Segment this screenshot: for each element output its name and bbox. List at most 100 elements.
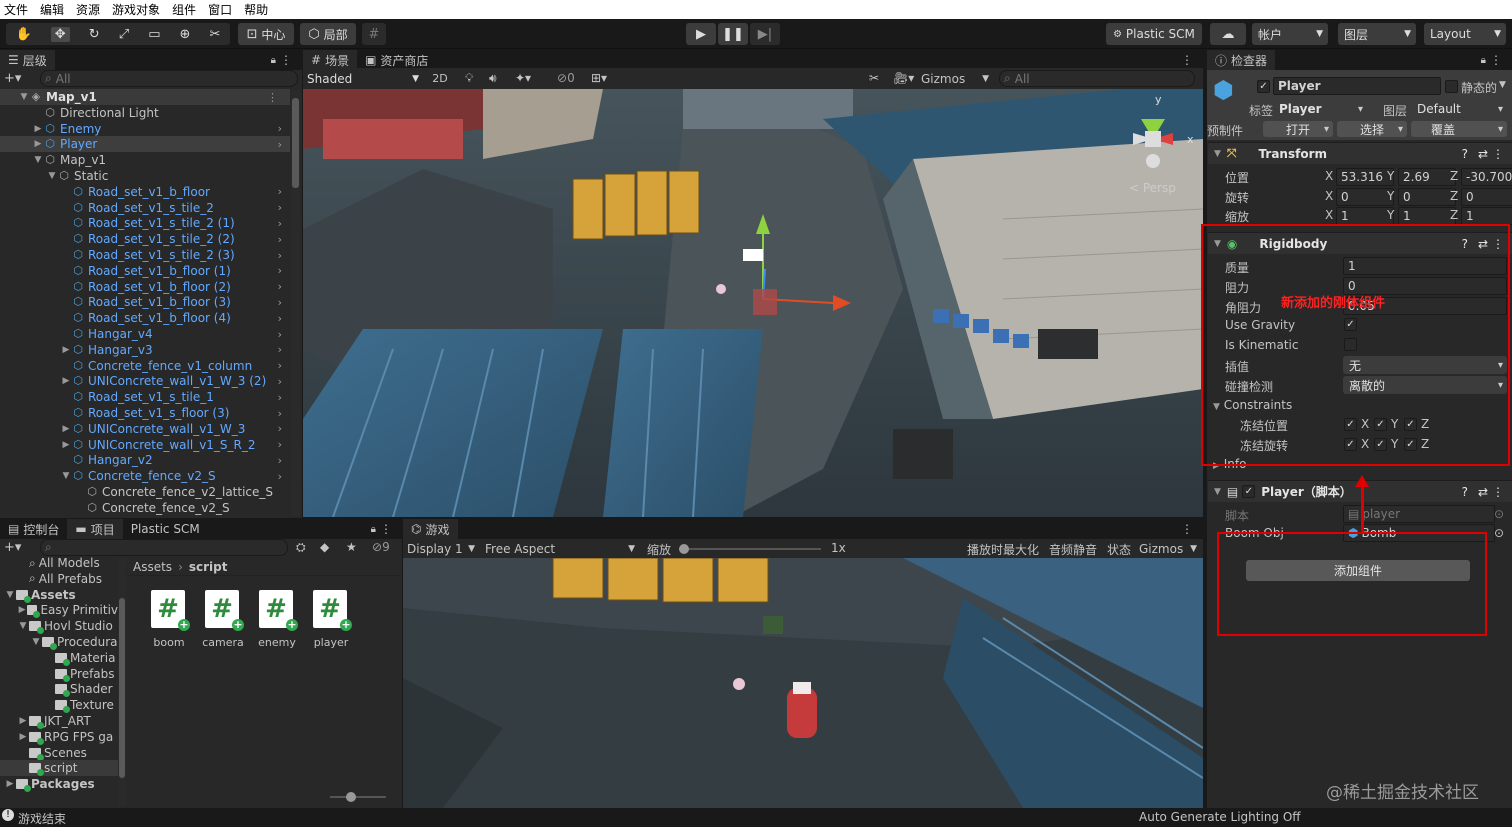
hierarchy-row[interactable]: ⬡ Road_set_v1_s_tile_1 › (0, 389, 290, 405)
foldout-arrow-icon[interactable]: ▶ (17, 605, 27, 615)
project-tree-item[interactable]: ▶ JKT_ART (0, 713, 118, 729)
pivot-toggle[interactable]: ⊡ 中心 (238, 23, 294, 45)
more-menu-icon[interactable]: ⋮ (1181, 53, 1193, 67)
filter-type-icon[interactable]: ⛭ (296, 540, 306, 555)
menu-help[interactable]: 帮助 (244, 1, 268, 18)
select-prefab-button[interactable]: 选择 (1337, 121, 1407, 137)
mode-2d-toggle[interactable]: 2D (427, 70, 453, 87)
hierarchy-row[interactable]: ⬡ Road_set_v1_b_floor › (0, 184, 290, 200)
project-tree-item[interactable]: ▶ Packages (0, 776, 118, 793)
chevron-right-icon[interactable]: › (278, 328, 282, 341)
foldout-arrow-icon[interactable]: ▶ (60, 440, 72, 450)
chevron-right-icon[interactable]: › (278, 280, 282, 293)
audio-icon[interactable]: 🔊︎ (489, 71, 497, 86)
hierarchy-row[interactable]: ⬡ Hangar_v2 › (0, 452, 290, 468)
tab-inspector[interactable]: ⓘ 检查器 (1207, 50, 1276, 70)
hierarchy-row[interactable]: ⬡ Road_set_v1_s_tile_2 (2) › (0, 231, 290, 247)
tab-hierarchy[interactable]: ☰ 层级 (0, 50, 55, 70)
foldout-arrow-icon[interactable]: ▼ (18, 92, 30, 102)
status-message[interactable]: 游戏结束 (18, 810, 66, 827)
lighting-status[interactable]: Auto Generate Lighting Off (1139, 810, 1301, 824)
lighting-icon[interactable]: 💡︎ (465, 71, 473, 86)
tab-asset-store[interactable]: ▣ 资产商店 (357, 50, 436, 70)
layout-dropdown[interactable]: Layout ▼ (1424, 23, 1506, 45)
chevron-right-icon[interactable]: › (278, 359, 282, 372)
foldout-arrow-icon[interactable]: ▶ (60, 424, 72, 434)
project-tree-scrollbar[interactable] (118, 558, 126, 806)
transform-rot-x-field[interactable]: 0 (1336, 187, 1394, 206)
foldout-arrow-icon[interactable]: ▶ (17, 732, 29, 742)
foldout-arrow-icon[interactable]: ▶ (60, 345, 72, 355)
stats-toggle[interactable]: 状态 (1107, 541, 1131, 558)
tab-plastic-scm[interactable]: Plastic SCM (123, 519, 208, 539)
hierarchy-row[interactable]: ⬡ Road_set_v1_b_floor (2) › (0, 279, 290, 295)
script-file-tile[interactable]: # boom (147, 590, 191, 660)
pause-button[interactable]: ❚❚ (718, 23, 748, 45)
mute-audio-toggle[interactable]: 音频静音 (1049, 541, 1097, 558)
grid-visibility-icon[interactable]: ⊞▾ (591, 71, 607, 85)
play-button[interactable]: ▶ (686, 23, 716, 45)
hierarchy-row[interactable]: ▶ ⬡ Hangar_v3 › (0, 342, 290, 358)
transform-rot-z-field[interactable]: 0 (1461, 187, 1512, 206)
rect-tool-icon[interactable]: ▭ (148, 27, 160, 42)
more-menu-icon[interactable]: ⋮ (380, 522, 392, 536)
chevron-right-icon[interactable]: › (278, 233, 282, 246)
scene-search-input[interactable]: ⌕ All (999, 70, 1195, 87)
layers-dropdown[interactable]: 图层 ▼ (1338, 23, 1416, 45)
hierarchy-row[interactable]: ⬡ Road_set_v1_s_tile_2 › (0, 200, 290, 216)
chevron-right-icon[interactable]: › (278, 438, 282, 451)
more-menu-icon[interactable]: ⋮ (1492, 485, 1504, 499)
project-tree-item[interactable]: ⌕ All Prefabs (0, 571, 118, 587)
menu-edit[interactable]: 编辑 (40, 1, 64, 18)
game-gizmos-dropdown[interactable]: Gizmos ▼ (1139, 540, 1199, 557)
lock-icon[interactable]: 🔒︎ (371, 524, 376, 535)
chevron-right-icon[interactable]: › (278, 470, 282, 483)
hierarchy-row[interactable]: ▶ ⬡ Enemy › (0, 121, 290, 137)
hierarchy-row[interactable]: ⬡ Directional Light (0, 105, 290, 121)
script-file-tile[interactable]: # camera (201, 590, 245, 660)
chevron-right-icon[interactable]: › (278, 422, 282, 435)
hierarchy-row[interactable]: ▶ ⬡ UNIConcrete_wall_v1_S_R_2 › (0, 437, 290, 453)
hierarchy-row[interactable]: ▼ ⬡ Static (0, 168, 290, 184)
project-tree-item[interactable]: script (0, 760, 118, 777)
hierarchy-row[interactable]: ⬡ Road_set_v1_s_tile_2 (3) › (0, 247, 290, 263)
add-icon[interactable]: +▾ (4, 540, 21, 555)
project-search-input[interactable]: ⌕ (40, 539, 288, 556)
menu-assets[interactable]: 资源 (76, 1, 100, 18)
project-tree-item[interactable]: Shader (0, 681, 118, 698)
hierarchy-row[interactable]: ▶ ⬡ UNIConcrete_wall_v1_W_3 › (0, 421, 290, 437)
step-button[interactable]: ▶| (750, 23, 780, 45)
foldout-arrow-icon[interactable]: ▼ (32, 155, 44, 165)
chevron-right-icon[interactable]: › (278, 343, 282, 356)
more-menu-icon[interactable]: ⋮ (267, 91, 278, 104)
effects-icon[interactable]: ✦▾ (515, 71, 531, 85)
maximize-on-play-toggle[interactable]: 播放时最大化 (967, 541, 1039, 558)
foldout-arrow-icon[interactable]: ▶ (4, 779, 16, 789)
more-menu-icon[interactable]: ⋮ (280, 53, 292, 67)
chevron-right-icon[interactable]: › (278, 407, 282, 420)
hand-tool-icon[interactable]: ✋ (16, 27, 32, 42)
transform-scl-y-field[interactable]: 1 (1398, 207, 1456, 225)
hierarchy-row[interactable]: ⬡ Hangar_v4 › (0, 326, 290, 342)
transform-scl-x-field[interactable]: 1 (1336, 207, 1394, 225)
hierarchy-row[interactable]: ▶ ⬡ Player › (0, 136, 290, 153)
open-prefab-button[interactable]: 打开 (1263, 121, 1333, 137)
hierarchy-row[interactable]: ⬡ Road_set_v1_b_floor (3) › (0, 294, 290, 310)
project-tree-item[interactable]: Scenes (0, 745, 118, 761)
script-file-tile[interactable]: # player (309, 590, 353, 660)
filter-label-icon[interactable]: ◆ (320, 540, 329, 554)
foldout-arrow-icon[interactable]: ▼ (60, 471, 72, 481)
project-tree-item[interactable]: Texture (0, 697, 118, 714)
transform-rot-y-field[interactable]: 0 (1398, 187, 1456, 206)
help-icon[interactable]: ? (1462, 485, 1468, 499)
shading-mode-dropdown[interactable]: Shaded ▼ (307, 70, 421, 87)
menu-file[interactable]: 文件 (4, 1, 28, 18)
chevron-right-icon[interactable]: › (278, 264, 282, 277)
scene-view[interactable]: y x < Persp (303, 89, 1203, 517)
hierarchy-row[interactable]: ⬡ Concrete_fence_v1_column › (0, 358, 290, 374)
hidden-objects-icon[interactable]: ⊘0 (557, 71, 575, 85)
foldout-arrow-icon[interactable]: ▶ (60, 376, 72, 386)
tag-dropdown[interactable]: Player (1273, 100, 1367, 118)
custom-tool-icon[interactable]: ✂ (210, 27, 221, 42)
breadcrumb-script[interactable]: script (189, 560, 228, 574)
